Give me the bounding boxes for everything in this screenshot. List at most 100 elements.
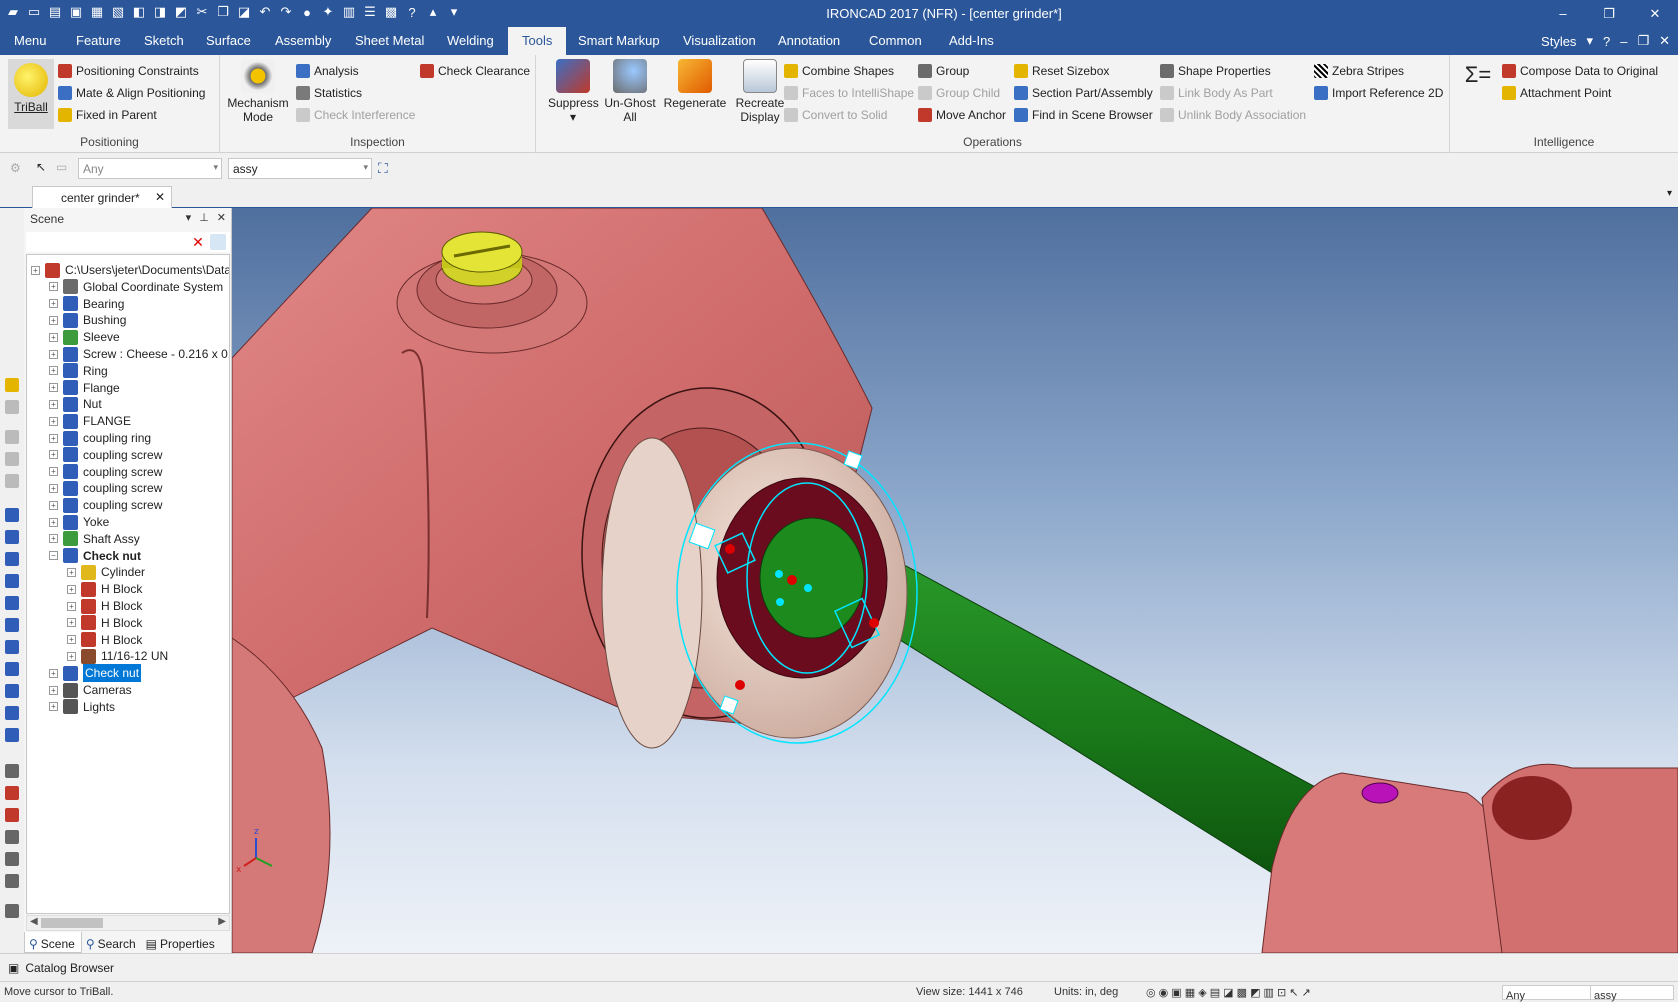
triball-button[interactable]: TriBall — [8, 59, 54, 129]
suppress-button[interactable]: Suppress ▾ — [548, 59, 599, 124]
move-anchor-button[interactable]: Move Anchor — [918, 105, 1006, 125]
help-circle-icon[interactable]: ? — [1603, 34, 1610, 49]
catalog-browser-bar[interactable]: ▣ Catalog Browser — [0, 953, 1678, 981]
minimize-button[interactable]: – — [1540, 0, 1586, 27]
collapse-icon[interactable]: − — [49, 551, 58, 561]
expand-icon[interactable]: + — [49, 450, 58, 460]
attachment-point-button[interactable]: Attachment Point — [1502, 83, 1611, 103]
expand-icon[interactable]: + — [49, 282, 58, 292]
regenerate-button[interactable]: Regenerate — [662, 59, 728, 110]
expand-icon[interactable]: + — [49, 467, 58, 477]
tree-item[interactable]: + Bushing — [49, 311, 126, 329]
strip-tool-icon[interactable] — [5, 640, 19, 654]
filter-options-icon[interactable] — [210, 234, 226, 250]
tree-item[interactable]: + Bearing — [49, 295, 124, 313]
expand-icon[interactable]: + — [49, 668, 58, 678]
check-interference-button[interactable]: Check Interference — [296, 105, 415, 125]
expand-icon[interactable]: + — [49, 349, 58, 359]
strip-tool-icon[interactable] — [5, 904, 19, 918]
tree-item[interactable]: + Cylinder — [67, 563, 145, 581]
expand-icon[interactable]: + — [67, 567, 76, 577]
strip-tool-icon[interactable] — [5, 808, 19, 822]
tab-visualization[interactable]: Visualization — [669, 27, 770, 55]
3d-viewport[interactable]: z x — [232, 208, 1678, 953]
expand-icon[interactable]: + — [49, 702, 58, 712]
tab-tools[interactable]: Tools — [508, 27, 567, 55]
tree-item[interactable]: + Global Coordinate System — [49, 278, 223, 296]
tab-smart-markup[interactable]: Smart Markup — [564, 27, 674, 55]
expand-icon[interactable]: + — [49, 332, 58, 342]
expand-icon[interactable]: + — [67, 618, 76, 628]
group-child-button[interactable]: Group Child — [918, 83, 1000, 103]
tree-item[interactable]: + H Block — [67, 614, 142, 632]
strip-tool-icon[interactable] — [5, 452, 19, 466]
tree-item[interactable]: + coupling screw — [49, 463, 162, 481]
tab-sketch[interactable]: Sketch — [130, 27, 198, 55]
panel-dropdown-icon[interactable]: ▾ — [186, 211, 192, 224]
tab-feature[interactable]: Feature — [62, 27, 135, 55]
strip-tool-icon[interactable] — [5, 874, 19, 888]
analysis-button[interactable]: Analysis — [296, 61, 359, 81]
ribbon-close-icon[interactable]: ✕ — [1659, 33, 1670, 49]
tree-item[interactable]: +11/16-12 UN — [67, 647, 168, 665]
tree-item[interactable]: + H Block — [67, 580, 142, 598]
clear-filter-icon[interactable]: ✕ — [190, 234, 206, 250]
strip-tool-icon[interactable] — [5, 400, 19, 414]
strip-tool-icon[interactable] — [5, 378, 19, 392]
ribbon-minimize-icon[interactable]: – — [1620, 34, 1627, 49]
strip-tool-icon[interactable] — [5, 530, 19, 544]
hierarchy-icon[interactable]: ⛶ — [378, 160, 388, 177]
strip-tool-icon[interactable] — [5, 662, 19, 676]
strip-tool-icon[interactable] — [5, 474, 19, 488]
tree-item[interactable]: + Yoke — [49, 513, 109, 531]
tab-sheet-metal[interactable]: Sheet Metal — [341, 27, 438, 55]
styles-menu[interactable]: Styles — [1541, 34, 1576, 49]
strip-tool-icon[interactable] — [5, 728, 19, 742]
mate-align-button[interactable]: Mate & Align Positioning — [58, 83, 205, 103]
expand-icon[interactable]: + — [49, 383, 58, 393]
tree-item[interactable]: + H Block — [67, 631, 142, 649]
strip-tool-icon[interactable] — [5, 852, 19, 866]
tree-item[interactable]: + Screw : Cheese - 0.216 x 0.375 — [49, 345, 229, 363]
expand-icon[interactable]: + — [67, 601, 76, 611]
pointer-icon[interactable]: ↖ — [36, 160, 46, 174]
strip-tool-icon[interactable] — [5, 684, 19, 698]
expand-icon[interactable]: + — [49, 399, 58, 409]
convert-to-solid-button[interactable]: Convert to Solid — [784, 105, 887, 125]
pin-icon[interactable]: ⊥ — [199, 211, 209, 224]
tree-item[interactable]: + coupling screw — [49, 496, 162, 514]
selection-filter-combo[interactable]: Any ▾ — [78, 158, 222, 179]
import-reference-button[interactable]: Import Reference 2D — [1314, 83, 1443, 103]
tree-item[interactable]: + coupling screw — [49, 479, 162, 497]
expand-icon[interactable]: + — [49, 366, 58, 376]
suppress-dropdown-icon[interactable]: ▾ — [548, 110, 598, 124]
combine-shapes-button[interactable]: Combine Shapes — [784, 61, 894, 81]
strip-tool-icon[interactable] — [5, 786, 19, 800]
tree-item[interactable]: + Sleeve — [49, 328, 120, 346]
strip-tool-icon[interactable] — [5, 574, 19, 588]
tab-annotation[interactable]: Annotation — [764, 27, 854, 55]
check-nut-part[interactable] — [601, 437, 908, 749]
restore-button[interactable]: ❐ — [1586, 0, 1632, 27]
positioning-constraints-button[interactable]: Positioning Constraints — [58, 61, 199, 81]
tree-horizontal-scrollbar[interactable]: ◀ ▶ — [26, 915, 230, 931]
shape-properties-button[interactable]: Shape Properties — [1160, 61, 1271, 81]
strip-tool-icon[interactable] — [5, 430, 19, 444]
status-assy-combo[interactable]: assy — [1590, 985, 1674, 1002]
recreate-display-button[interactable]: Recreate Display — [732, 59, 788, 124]
scroll-right-icon[interactable]: ▶ — [218, 916, 226, 927]
expand-icon[interactable]: + — [49, 517, 58, 527]
scroll-left-icon[interactable]: ◀ — [30, 916, 38, 927]
tree-item[interactable]: + Flange — [49, 379, 120, 397]
tree-item[interactable]: + coupling screw — [49, 446, 162, 464]
strip-tool-icon[interactable] — [5, 552, 19, 566]
styles-dropdown-icon[interactable]: ▾ — [1586, 33, 1593, 49]
panel-close-icon[interactable]: ✕ — [217, 211, 226, 224]
strip-tool-icon[interactable] — [5, 764, 19, 778]
tree-item[interactable]: + C:\Users\jeter\Documents\Data\2 — [31, 261, 229, 279]
tree-item[interactable]: + Nut — [49, 395, 102, 413]
fixed-in-parent-button[interactable]: Fixed in Parent — [58, 105, 157, 125]
ribbon-restore-icon[interactable]: ❐ — [1637, 33, 1649, 49]
strip-tool-icon[interactable] — [5, 508, 19, 522]
tree-item[interactable]: + Shaft Assy — [49, 530, 140, 548]
